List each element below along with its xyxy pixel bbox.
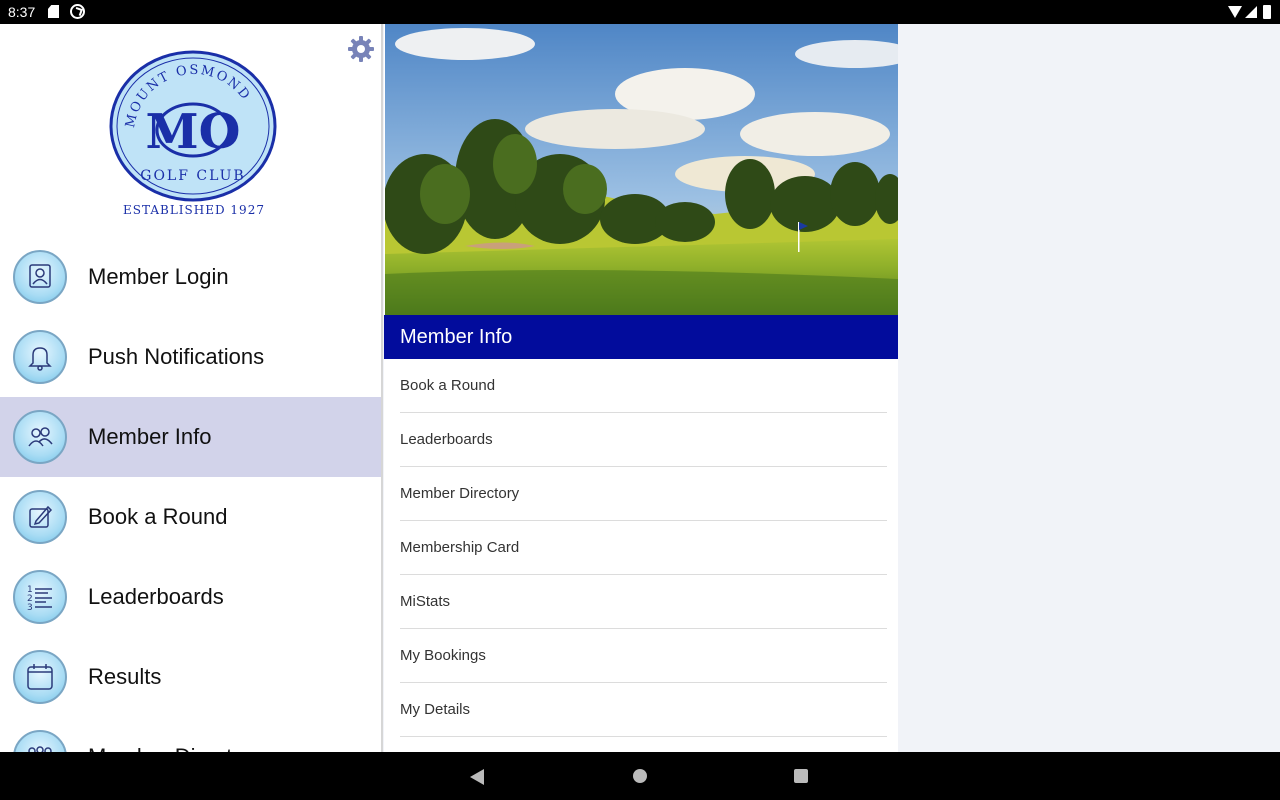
home-icon[interactable]	[633, 769, 647, 783]
bell-icon	[13, 330, 67, 384]
navigation-drawer: MOUNT OSMOND MO GOLF CLUB ESTABLISHED 19…	[0, 24, 383, 752]
list-item-label: Leaderboards	[400, 431, 493, 448]
list-item-label: MiStats	[400, 593, 451, 610]
menu-item-member-login[interactable]: Member Login	[0, 237, 381, 317]
panel-header: Member Info	[384, 315, 898, 359]
list-item-label: My Bookings	[400, 647, 486, 664]
group-icon	[13, 730, 67, 752]
list-item-leaderboards[interactable]: Leaderboards	[400, 413, 887, 467]
status-bar: 8:37	[0, 0, 1280, 24]
list-item-membership-card[interactable]: Membership Card	[400, 521, 887, 575]
panel-title: Member Info	[400, 326, 513, 348]
numbered-list-icon: 123	[13, 570, 67, 624]
drawer-menu: Member Login Push Notifications Member I…	[0, 237, 381, 752]
menu-item-label: Results	[88, 664, 162, 689]
list-item-book-a-round[interactable]: Book a Round	[400, 359, 887, 413]
logo-bottom-text: GOLF CLUB	[140, 168, 245, 184]
menu-item-label: Member Login	[88, 264, 229, 289]
battery-icon	[1263, 5, 1271, 19]
list-item-label: Membership Card	[400, 539, 520, 556]
menu-item-member-directory[interactable]: Member Directory	[0, 717, 381, 752]
list-item-my-bookings[interactable]: My Bookings	[400, 629, 887, 683]
member-info-list: Book a Round Leaderboards Member Directo…	[384, 359, 898, 737]
members-icon	[13, 410, 67, 464]
list-item-mistats[interactable]: MiStats	[400, 575, 887, 629]
menu-item-label: Book a Round	[88, 504, 228, 529]
settings-gear-icon[interactable]	[346, 34, 376, 64]
system-navigation-bar	[0, 752, 1280, 800]
menu-item-label: Leaderboards	[88, 584, 224, 609]
menu-item-leaderboards[interactable]: 123 Leaderboards	[0, 557, 381, 637]
wifi-icon	[1228, 6, 1242, 18]
menu-item-member-info[interactable]: Member Info	[0, 397, 381, 477]
menu-item-push-notifications[interactable]: Push Notifications	[0, 317, 381, 397]
recent-apps-icon[interactable]	[794, 769, 808, 783]
list-item-label: Member Directory	[400, 485, 520, 502]
list-item-my-details[interactable]: My Details	[400, 683, 887, 737]
menu-item-book-a-round[interactable]: Book a Round	[0, 477, 381, 557]
back-icon[interactable]	[470, 769, 484, 785]
status-time: 8:37	[8, 4, 36, 20]
edit-icon	[13, 490, 67, 544]
sd-card-icon	[48, 5, 59, 18]
club-logo: MOUNT OSMOND MO GOLF CLUB ESTABLISHED 19…	[109, 50, 277, 217]
svg-text:3: 3	[27, 603, 33, 613]
list-item-member-directory[interactable]: Member Directory	[400, 467, 887, 521]
menu-item-label: Member Directory	[88, 744, 263, 752]
calendar-icon	[13, 650, 67, 704]
menu-item-label: Member Info	[88, 424, 212, 449]
golf-course-image	[385, 24, 898, 315]
list-item-label: Book a Round	[400, 377, 496, 394]
member-login-icon	[13, 250, 67, 304]
menu-item-results[interactable]: Results	[0, 637, 381, 717]
member-info-panel: Member Info Book a Round Leaderboards Me…	[384, 24, 898, 752]
signal-icon	[1245, 6, 1257, 18]
logo-established-text: ESTABLISHED 1927	[123, 203, 265, 217]
menu-item-label: Push Notifications	[88, 344, 265, 369]
sync-icon	[70, 4, 85, 19]
logo-monogram: MO	[146, 104, 241, 160]
list-item-label: My Details	[400, 701, 471, 718]
